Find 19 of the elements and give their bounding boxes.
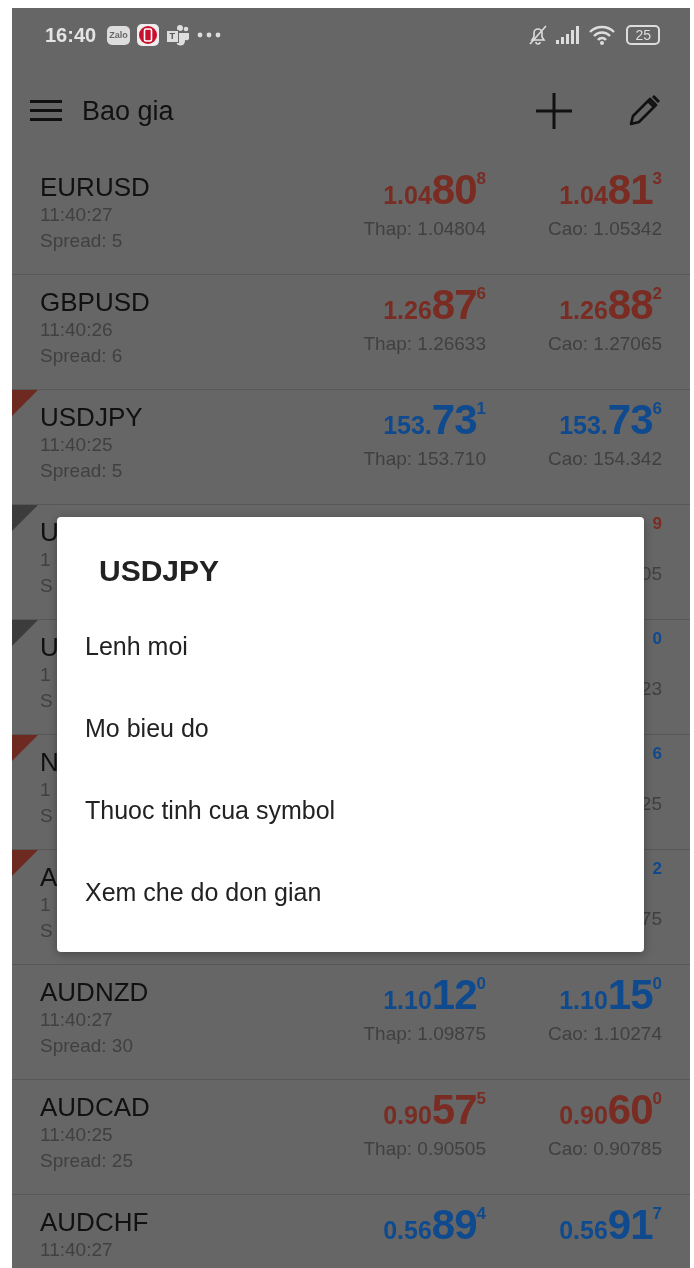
dialog-title: USDJPY <box>99 553 220 589</box>
symbol-name: U <box>40 632 59 662</box>
status-time: 16:40 <box>45 23 97 47</box>
symbol-name: AUDCHF <box>40 1207 149 1237</box>
battery-icon: 25 <box>626 25 660 45</box>
symbol-name: AUDNZD <box>40 977 149 1007</box>
symbol-name: AUDCAD <box>40 1092 150 1122</box>
symbol-name: USDJPY <box>40 402 143 432</box>
screen-title: Bao gia <box>82 95 174 127</box>
ask-price: 6 <box>652 743 662 765</box>
ask-price: 0 <box>652 628 662 650</box>
ask-price: 2 <box>652 858 662 880</box>
ask-price: 9 <box>652 513 662 535</box>
symbol-name: N <box>40 747 59 777</box>
symbol-name: U <box>40 517 59 547</box>
chat-app-icon: Zalo <box>107 25 130 45</box>
symbol-name: A <box>40 862 58 892</box>
symbol-name: EURUSD <box>40 172 150 202</box>
symbol-name: GBPUSD <box>40 287 150 317</box>
